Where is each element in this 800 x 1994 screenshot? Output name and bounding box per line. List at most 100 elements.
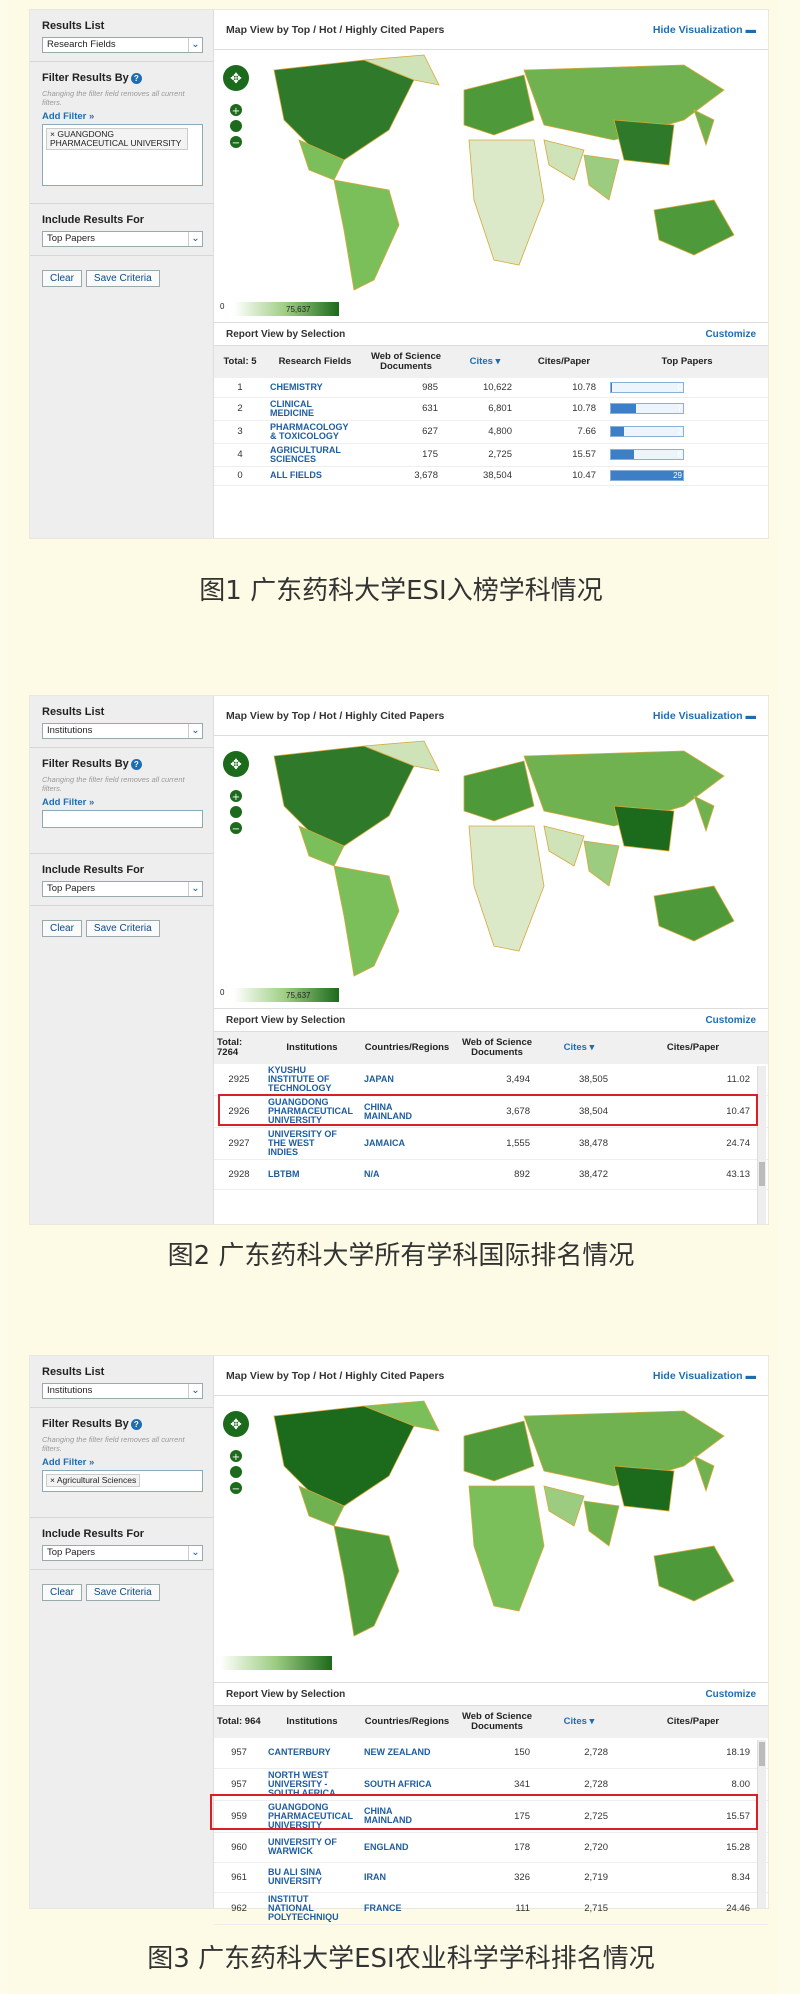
country-link[interactable]: SOUTH AFRICA — [364, 1779, 434, 1789]
add-filter-link[interactable]: Add Filter » — [42, 797, 203, 808]
table-scrollbar[interactable] — [757, 1740, 766, 1908]
institution-link[interactable]: BU ALI SINA UNIVERSITY — [268, 1868, 346, 1886]
results-list-select[interactable]: Institutions ⌄ — [42, 1383, 203, 1399]
col-cites[interactable]: Cites ▾ — [540, 1032, 618, 1064]
results-list-select[interactable]: Institutions ⌄ — [42, 723, 203, 739]
figure-caption-3: 图3 广东药科大学ESI农业科学学科排名情况 — [147, 1944, 655, 1974]
help-icon[interactable]: ? — [130, 758, 142, 770]
country-link[interactable]: N/A — [364, 1170, 434, 1179]
world-map[interactable]: ✥ + − — [214, 736, 768, 1008]
col-cites-per-paper[interactable]: Cites/Paper — [522, 346, 606, 378]
top-papers-bar[interactable]: 2 — [610, 426, 684, 437]
col-top-papers[interactable]: Top Papers — [606, 346, 768, 378]
save-criteria-button[interactable]: Save Criteria — [85, 270, 160, 287]
top-papers-bar[interactable]: 29 — [610, 470, 684, 481]
add-filter-link[interactable]: Add Filter » — [42, 111, 203, 122]
table-row[interactable]: 2928 LBTBM N/A 892 38,472 43.13 — [214, 1159, 768, 1190]
include-select[interactable]: Top Papers ⌄ — [42, 1545, 203, 1561]
top-papers-bar[interactable]: 7 — [610, 403, 684, 414]
world-map[interactable]: ✥ + − — [214, 1396, 768, 1668]
help-icon[interactable]: ? — [130, 1418, 142, 1430]
clear-button[interactable]: Clear — [42, 1584, 82, 1601]
table-row[interactable]: 2 CLINICAL MEDICINE 631 6,801 10.78 7 — [214, 397, 768, 421]
customize-link[interactable]: Customize — [705, 329, 756, 340]
docs-cell: 175 — [364, 443, 448, 467]
map-nav-control[interactable]: ✥ + − — [223, 1411, 249, 1495]
country-link[interactable]: JAPAN — [364, 1075, 434, 1084]
hide-visualization-link[interactable]: Hide Visualization ▬ — [653, 1370, 756, 1382]
field-link[interactable]: ALL FIELDS — [270, 471, 350, 480]
filter-input[interactable] — [42, 810, 203, 828]
report-table-body: 1 CHEMISTRY 985 10,622 10.78 0 2 CLINICAL MEDIC… — [214, 378, 768, 486]
results-list-select[interactable]: Research Fields ⌄ — [42, 37, 203, 53]
col-cites-per-paper[interactable]: Cites/Paper — [618, 1706, 768, 1738]
col-wos-docs[interactable]: Web of Science Documents — [454, 1032, 540, 1064]
include-select[interactable]: Top Papers ⌄ — [42, 231, 203, 247]
col-countries[interactable]: Countries/Regions — [360, 1032, 454, 1064]
col-institutions[interactable]: Institutions — [264, 1032, 360, 1064]
help-icon[interactable]: ? — [130, 72, 142, 84]
customize-link[interactable]: Customize — [705, 1015, 756, 1026]
table-row[interactable]: 961 BU ALI SINA UNIVERSITY IRAN 326 2,719 8.3… — [214, 1862, 768, 1893]
col-countries[interactable]: Countries/Regions — [360, 1706, 454, 1738]
world-map[interactable]: ✥ + − — [214, 50, 768, 322]
save-criteria-button[interactable]: Save Criteria — [85, 1584, 160, 1601]
table-row[interactable]: 957 CANTERBURY NEW ZEALAND 150 2,728 18.19 — [214, 1738, 768, 1769]
scrollbar-thumb[interactable] — [759, 1162, 765, 1186]
col-wos-docs[interactable]: Web of Science Documents — [454, 1706, 540, 1738]
field-link[interactable]: PHARMACOLOGY & TOXICOLOGY — [270, 422, 350, 441]
customize-link[interactable]: Customize — [705, 1689, 756, 1700]
top-papers-bar[interactable]: 0 — [610, 381, 684, 393]
country-link[interactable]: JAMAICA — [364, 1139, 434, 1148]
filter-tag[interactable]: × Agricultural Sciences — [46, 1474, 141, 1487]
include-select[interactable]: Top Papers ⌄ — [42, 881, 203, 897]
cites-per-paper-cell: 8.34 — [618, 1862, 768, 1893]
save-criteria-button[interactable]: Save Criteria — [85, 920, 160, 937]
table-row[interactable]: 2925 KYUSHU INSTITUTE OF TECHNOLOGY JAPAN 3… — [214, 1064, 768, 1096]
country-cell: ENGLAND — [360, 1832, 454, 1863]
col-institutions[interactable]: Institutions — [264, 1706, 360, 1738]
hide-visualization-link[interactable]: Hide Visualization ▬ — [653, 24, 756, 36]
institution-link[interactable]: KYUSHU INSTITUTE OF TECHNOLOGY — [268, 1066, 346, 1093]
country-link[interactable]: IRAN — [364, 1872, 434, 1882]
top-papers-bar[interactable]: 6 — [610, 449, 684, 460]
field-link[interactable]: AGRICULTURAL SCIENCES — [270, 445, 350, 464]
clear-button[interactable]: Clear — [42, 270, 82, 287]
table-row[interactable]: 4 AGRICULTURAL SCIENCES 175 2,725 15.57 6 — [214, 443, 768, 467]
clear-button[interactable]: Clear — [42, 920, 82, 937]
hide-visualization-link[interactable]: Hide Visualization ▬ — [653, 710, 756, 722]
country-link[interactable]: NEW ZEALAND — [364, 1748, 434, 1757]
filter-box[interactable]: × Agricultural Sciences — [42, 1470, 203, 1492]
institution-link[interactable]: CANTERBURY — [268, 1748, 346, 1757]
col-cites-per-paper[interactable]: Cites/Paper — [618, 1032, 768, 1064]
institution-link[interactable]: UNIVERSITY OF THE WEST INDIES — [268, 1130, 346, 1157]
chevron-down-icon: ⌄ — [188, 1384, 202, 1398]
institution-link[interactable]: LBTBM — [268, 1170, 346, 1179]
table-scrollbar[interactable] — [757, 1066, 766, 1224]
table-row[interactable]: 962 INSTITUT NATIONAL POLYTECHNIQU FRANCE 1… — [214, 1892, 768, 1925]
map-nav-control[interactable]: ✥ + − — [223, 65, 249, 149]
scrollbar-thumb[interactable] — [759, 1742, 765, 1766]
country-link[interactable]: ENGLAND — [364, 1842, 434, 1852]
rank-cell: 2925 — [214, 1064, 264, 1096]
table-row[interactable]: 960 UNIVERSITY OF WARWICK ENGLAND 178 2,720 1… — [214, 1832, 768, 1863]
filter-box[interactable]: × GUANGDONG PHARMACEUTICAL UNIVERSITY — [42, 124, 203, 186]
top-papers-fill — [611, 382, 613, 392]
col-cites[interactable]: Cites ▾ — [540, 1706, 618, 1738]
svg-text:+: + — [232, 792, 240, 803]
institution-link[interactable]: UNIVERSITY OF WARWICK — [268, 1838, 346, 1856]
col-wos-docs[interactable]: Web of Science Documents — [364, 346, 448, 378]
table-row[interactable]: 0 ALL FIELDS 3,678 38,504 10.47 29 — [214, 466, 768, 486]
table-row[interactable]: 2927 UNIVERSITY OF THE WEST INDIES JAMAICA… — [214, 1127, 768, 1160]
col-cites[interactable]: Cites ▾ — [448, 346, 522, 378]
table-row[interactable]: 3 PHARMACOLOGY & TOXICOLOGY 627 4,800 7.66 2 — [214, 420, 768, 444]
field-link[interactable]: CLINICAL MEDICINE — [270, 399, 350, 418]
col-research-fields[interactable]: Research Fields — [266, 346, 364, 378]
map-nav-control[interactable]: ✥ + − — [223, 751, 249, 835]
table-row[interactable]: 1 CHEMISTRY 985 10,622 10.78 0 — [214, 378, 768, 398]
add-filter-link[interactable]: Add Filter » — [42, 1457, 203, 1468]
country-link[interactable]: FRANCE — [364, 1903, 434, 1913]
filter-tag[interactable]: × GUANGDONG PHARMACEUTICAL UNIVERSITY — [46, 128, 188, 150]
institution-link[interactable]: INSTITUT NATIONAL POLYTECHNIQU — [268, 1894, 346, 1922]
field-link[interactable]: CHEMISTRY — [270, 382, 350, 392]
